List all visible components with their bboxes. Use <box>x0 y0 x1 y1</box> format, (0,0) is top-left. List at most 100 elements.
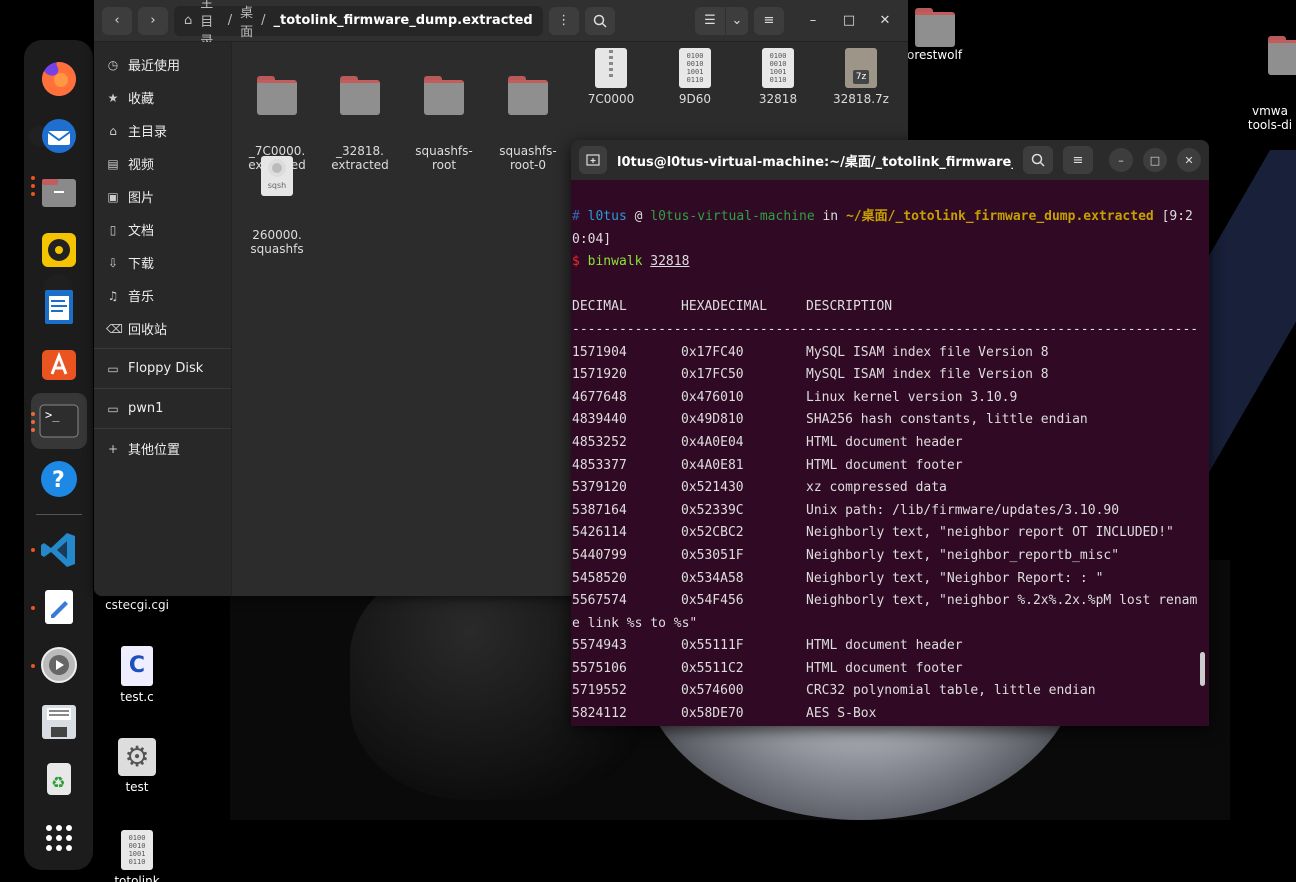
files-icon[interactable] <box>36 170 82 216</box>
save-icon[interactable] <box>36 699 82 745</box>
minimize-icon: – <box>809 13 817 28</box>
file-item[interactable]: 0100 0010 1001 0110 32818 <box>739 48 817 106</box>
command-line: $ binwalk 32818 <box>572 251 1209 274</box>
row-decimal: 5440799 <box>572 547 627 563</box>
desktop-file-totolink[interactable]: 0100 0010 1001 0110 totolink <box>97 830 177 882</box>
sidebar-item-floppy[interactable]: ▭ Floppy Disk <box>94 352 231 385</box>
forward-button[interactable]: › <box>138 6 168 35</box>
table-row: 4677648 0x476010 Linux kernel version 3.10… <box>572 387 1209 410</box>
prompt-time: [9:2 <box>1161 209 1193 224</box>
home-icon: ⌂ <box>109 123 117 138</box>
desktop-file-cstecgi[interactable]: cstecgi.cgi <box>97 598 177 612</box>
app-center-icon[interactable] <box>36 341 82 387</box>
prompt-at: @ <box>634 209 643 224</box>
sidebar-item-videos[interactable]: ▤ 视频 <box>94 147 231 180</box>
sidebar-item-music[interactable]: ♫ 音乐 <box>94 279 231 312</box>
maximize-button[interactable]: □ <box>834 7 864 35</box>
app-grid-icon[interactable] <box>36 815 82 861</box>
rhythmbox-icon[interactable] <box>36 227 82 273</box>
folder-icon <box>340 76 380 115</box>
table-row: 1571920 0x17FC50 MySQL ISAM index file Ver… <box>572 364 1209 387</box>
terminal-scrollbar[interactable] <box>1200 652 1205 686</box>
desktop-icon-label: cstecgi.cgi <box>105 598 169 612</box>
prompt-time-wrap: 0:04] <box>572 231 612 247</box>
table-row: 5426114 0x52CBC2 Neighborly text, "neighbo… <box>572 522 1209 545</box>
screencast-icon[interactable] <box>36 642 82 688</box>
drive-icon: ▭ <box>107 361 119 376</box>
new-tab-button[interactable] <box>579 146 607 174</box>
row-hexadecimal: 0x54F456 <box>681 593 744 609</box>
table-row: 5387164 0x52339C Unix path: /lib/firmware/… <box>572 500 1209 523</box>
terminal-search-button[interactable] <box>1023 146 1053 174</box>
terminal-minimize-button[interactable]: – <box>1109 148 1133 172</box>
file-item[interactable]: 7z 32818.7z <box>822 48 900 106</box>
row-decimal: 5574943 <box>572 638 627 654</box>
sidebar-item-other-locations[interactable]: + 其他位置 <box>94 432 231 465</box>
desktop-folder-vmware-tools[interactable]: vmwa tools-di <box>1240 8 1296 146</box>
text-editor-icon[interactable] <box>36 584 82 630</box>
table-rule: ----------------------------------------… <box>572 321 1199 337</box>
row-decimal: 5575106 <box>572 660 627 676</box>
table-row: 4853252 0x4A0E04 HTML document header <box>572 432 1209 455</box>
terminal-close-button[interactable]: ✕ <box>1177 148 1201 172</box>
row-description: xz compressed data <box>806 480 947 496</box>
row-decimal: 1571904 <box>572 344 627 360</box>
close-button[interactable]: ✕ <box>870 7 900 35</box>
terminal-maximize-button[interactable]: □ <box>1143 148 1167 172</box>
row-decimal: 4839440 <box>572 412 627 428</box>
file-manager-header: ‹ › ⌂ 主目录 / 桌面 / _totolink_firmware_dump… <box>94 0 908 49</box>
table-row: 5458520 0x534A58 Neighborly text, "Neighbo… <box>572 568 1209 591</box>
sidebar-item-recent[interactable]: ◷ 最近使用 <box>94 48 231 81</box>
sidebar-item-trash[interactable]: ⌫ 回收站 <box>94 312 231 345</box>
terminal-menu-button[interactable]: ≡ <box>1063 146 1093 174</box>
sidebar-item-pictures[interactable]: ▣ 图片 <box>94 180 231 213</box>
column-header-hexadecimal: HEXADECIMAL <box>681 299 768 315</box>
desktop-file-test-c[interactable]: C test.c <box>97 646 177 704</box>
sidebar-item-starred[interactable]: ★ 收藏 <box>94 81 231 114</box>
file-item[interactable]: 7C0000 <box>572 48 650 106</box>
file-item[interactable]: squashfs- root <box>405 48 483 200</box>
terminal-output[interactable]: # l0tus @ l0tus-virtual-machine in ~/桌面/… <box>571 180 1209 726</box>
plus-icon: + <box>107 441 119 456</box>
trash-icon[interactable]: ♻ <box>36 756 82 802</box>
sidebar-item-label: 主目录 <box>128 125 168 140</box>
sidebar-item-downloads[interactable]: ⇩ 下载 <box>94 246 231 279</box>
file-item[interactable]: _32818. extracted <box>321 48 399 200</box>
file-item[interactable]: squashfs- root-0 <box>489 48 567 200</box>
column-header-description: DESCRIPTION <box>806 299 893 315</box>
file-item[interactable]: 0100 0010 1001 0110 9D60 <box>656 48 734 106</box>
view-options-button[interactable]: ⌄ <box>726 6 748 35</box>
breadcrumb-current[interactable]: _totolink_firmware_dump.extracted <box>274 13 533 28</box>
vscode-icon[interactable] <box>36 527 82 573</box>
running-indicator <box>31 184 35 188</box>
breadcrumb-desktop[interactable]: 桌面 <box>240 2 253 40</box>
row-hexadecimal: 0x4A0E81 <box>681 457 744 473</box>
row-hexadecimal: 0x17FC50 <box>681 367 744 383</box>
row-hexadecimal: 0x574600 <box>681 683 744 699</box>
sidebar-item-documents[interactable]: ▯ 文档 <box>94 213 231 246</box>
firefox-icon[interactable] <box>36 56 82 102</box>
sidebar-item-pwn1[interactable]: ▭ pwn1 <box>94 392 231 425</box>
search-button[interactable] <box>584 6 615 35</box>
back-button[interactable]: ‹ <box>102 6 132 35</box>
terminal-header: l0tus@l0tus-virtual-machine:~/桌面/_totoli… <box>571 140 1209 180</box>
libreoffice-writer-icon[interactable] <box>36 284 82 330</box>
help-icon[interactable]: ? <box>36 456 82 502</box>
row-description: HTML document footer <box>806 660 963 676</box>
thunderbird-icon[interactable] <box>36 113 82 159</box>
executable-gear-icon: ⚙ <box>118 738 156 776</box>
view-list-button[interactable]: ☰ <box>695 6 725 35</box>
row-hexadecimal: 0x534A58 <box>681 570 744 586</box>
sidebar-divider <box>94 348 231 349</box>
sidebar-item-home[interactable]: ⌂ 主目录 <box>94 114 231 147</box>
c-source-icon: C <box>121 646 153 686</box>
desktop-file-test[interactable]: ⚙ test <box>97 738 177 794</box>
main-menu-button[interactable]: ≡ <box>754 6 784 35</box>
path-menu-button[interactable]: ⋮ <box>548 6 579 35</box>
file-item[interactable]: sqsh 260000. squashfs <box>238 128 316 284</box>
table-row: 4839440 0x49D810 SHA256 hash constants, li… <box>572 409 1209 432</box>
terminal-icon[interactable]: >_ <box>31 393 87 449</box>
minimize-button[interactable]: – <box>798 7 828 35</box>
row-description: Neighborly text, "neighbor_reportb_misc" <box>806 547 1120 563</box>
